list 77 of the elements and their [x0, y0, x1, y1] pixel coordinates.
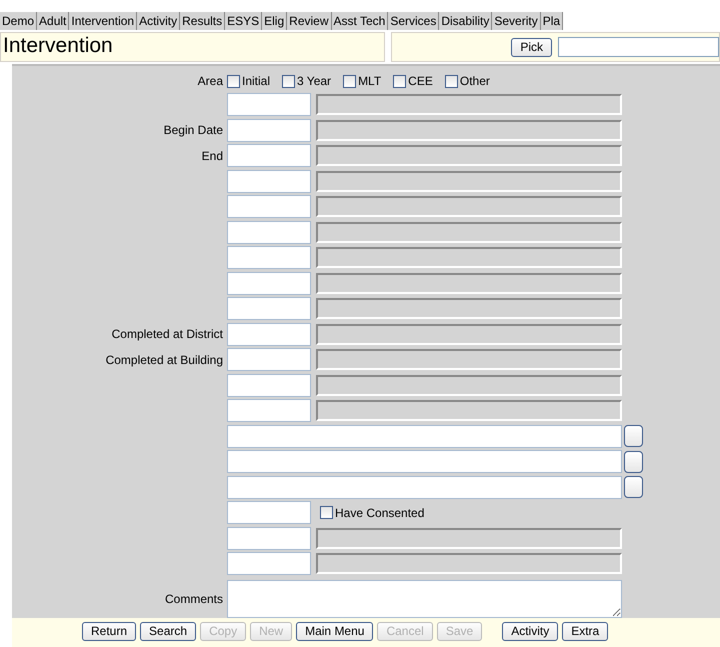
readonly-field[interactable] [316, 400, 622, 422]
checkbox[interactable] [393, 74, 406, 88]
tab[interactable]: Disability [439, 12, 492, 30]
checkbox[interactable] [444, 74, 458, 88]
checkbox[interactable] [320, 506, 333, 520]
input-field[interactable] [227, 272, 311, 295]
field-label: End [200, 148, 224, 165]
readonly-field[interactable] [316, 298, 622, 320]
readonly-field[interactable] [316, 374, 622, 396]
input-field[interactable] [227, 501, 311, 524]
tab[interactable]: Activity [137, 12, 180, 30]
input-field[interactable] [227, 195, 311, 218]
readonly-field[interactable] [316, 324, 622, 345]
tab[interactable]: Adult [37, 12, 70, 30]
lookup-button[interactable] [624, 476, 643, 498]
tab[interactable]: Results [180, 12, 226, 30]
input-field[interactable] [227, 399, 311, 422]
tab[interactable]: Services [388, 12, 440, 30]
tab[interactable]: Elig [262, 12, 288, 30]
lookup-button[interactable] [624, 450, 643, 473]
footer-button[interactable]: Search [140, 622, 196, 641]
readonly-field[interactable] [316, 145, 622, 166]
input-field[interactable] [227, 526, 311, 550]
checkbox[interactable] [282, 74, 296, 88]
input-field[interactable] [227, 144, 311, 168]
lookup-button[interactable] [624, 425, 643, 448]
readonly-field[interactable] [316, 272, 622, 294]
tab[interactable]: Asst Tech [332, 12, 388, 30]
input-field[interactable] [227, 552, 311, 576]
readonly-field[interactable] [316, 553, 622, 574]
footer-button[interactable]: Activity [502, 622, 558, 641]
tab[interactable]: Demo [0, 12, 38, 30]
checkbox-label: Have Consented [335, 504, 424, 522]
input-field[interactable] [227, 297, 311, 320]
input-field[interactable] [227, 348, 311, 372]
field-label: Begin Date [162, 122, 224, 140]
input-field[interactable] [227, 220, 311, 244]
readonly-field[interactable] [316, 196, 622, 218]
checkbox-label: MLT [358, 73, 382, 90]
checkbox-label: Initial [242, 73, 270, 90]
input-field[interactable] [227, 246, 311, 270]
pick-field[interactable] [558, 37, 719, 57]
footer-button[interactable]: Main Menu [296, 622, 374, 641]
input-field[interactable] [227, 322, 311, 346]
input-field[interactable] [227, 118, 311, 142]
checkbox[interactable] [343, 74, 356, 88]
tab[interactable]: ESYS [225, 12, 262, 30]
form-title: Intervention [0, 32, 386, 62]
readonly-field[interactable] [316, 247, 622, 268]
field-label: Area [196, 73, 224, 90]
input-field[interactable] [227, 170, 311, 193]
pick-button[interactable]: Pick [511, 38, 552, 56]
checkbox[interactable] [227, 74, 240, 88]
tab[interactable]: Pla [540, 12, 564, 30]
readonly-field[interactable] [316, 170, 622, 192]
field-label: Comments [164, 590, 224, 608]
input-field[interactable] [227, 374, 311, 397]
checkbox-label: CEE [408, 73, 433, 90]
checkbox-label: 3 Year [297, 73, 332, 90]
input-field[interactable] [227, 450, 622, 474]
input-field[interactable] [227, 424, 622, 448]
tab[interactable]: Intervention [69, 12, 138, 30]
footer-button[interactable]: Extra [562, 622, 608, 641]
readonly-field[interactable] [316, 222, 622, 243]
input-field[interactable] [227, 476, 622, 499]
comments-field[interactable] [227, 580, 622, 618]
readonly-field[interactable] [316, 349, 622, 370]
tab[interactable]: Severity [492, 12, 541, 30]
tab[interactable]: Review [287, 12, 332, 30]
footer-button[interactable]: Return [82, 622, 136, 641]
field-label: Completed at Building [104, 352, 224, 369]
readonly-field[interactable] [316, 528, 622, 549]
field-label: Completed at District [110, 326, 224, 344]
readonly-field[interactable] [316, 120, 622, 141]
input-field[interactable] [227, 93, 311, 116]
checkbox-label: Other [460, 73, 490, 90]
readonly-field[interactable] [316, 94, 622, 116]
